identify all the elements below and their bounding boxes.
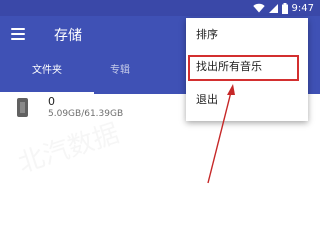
tab-folders[interactable]: 文件夹 <box>0 60 94 94</box>
menu-item-find-all-music-label: 找出所有音乐 <box>196 60 262 73</box>
menu-item-exit[interactable]: 退出 <box>186 85 308 115</box>
status-time: 9:47 <box>291 2 314 14</box>
status-icons: 9:47 <box>252 1 314 15</box>
phone-icon <box>17 98 28 117</box>
signal-icon <box>268 4 278 13</box>
wifi-icon <box>252 3 265 13</box>
hamburger-menu-icon[interactable] <box>11 28 25 40</box>
battery-icon <box>281 2 288 14</box>
status-bar: 9:47 <box>0 0 320 16</box>
menu-item-find-all-music[interactable]: 找出所有音乐 <box>186 52 308 82</box>
storage-name: 0 <box>48 95 55 108</box>
tab-albums[interactable]: 专辑 <box>94 60 146 94</box>
overflow-menu: 排序 找出所有音乐 退出 <box>186 18 308 121</box>
page-title: 存储 <box>54 28 82 44</box>
menu-item-sort[interactable]: 排序 <box>186 20 308 50</box>
